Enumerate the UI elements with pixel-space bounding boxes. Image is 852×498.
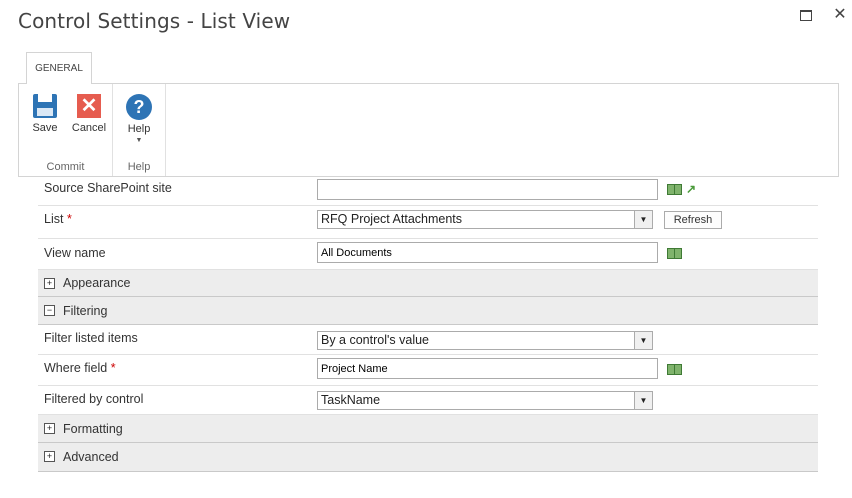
group-label-commit: Commit: [46, 161, 85, 173]
row-list: List * RFQ Project Attachments ▼ Refresh: [38, 206, 818, 239]
close-button[interactable]: ✕: [831, 6, 849, 24]
save-label: Save: [32, 122, 58, 134]
row-filter-listed-items: Filter listed items By a control's value…: [38, 325, 818, 355]
ribbon: Save ✕ Cancel Commit ? Help ▼ Help: [18, 83, 839, 177]
view-name-input[interactable]: [317, 242, 658, 263]
list-label: List *: [44, 212, 72, 226]
cancel-icon: ✕: [77, 94, 101, 118]
tab-general[interactable]: GENERAL: [26, 52, 92, 84]
section-filtering-label: Filtering: [63, 304, 108, 318]
section-formatting[interactable]: + Formatting: [38, 415, 818, 443]
row-source-site: Source SharePoint site ↗: [38, 174, 818, 206]
cancel-label: Cancel: [71, 122, 107, 134]
lookup-icon[interactable]: [667, 247, 682, 259]
chevron-down-icon: ▼: [634, 211, 652, 228]
list-select-value: RFQ Project Attachments: [321, 212, 463, 226]
close-icon: ✕: [833, 6, 847, 23]
expand-icon: +: [44, 451, 55, 462]
section-advanced[interactable]: + Advanced: [38, 443, 818, 472]
view-name-label: View name: [44, 246, 106, 260]
row-where-field: Where field *: [38, 355, 818, 386]
section-formatting-label: Formatting: [63, 422, 123, 436]
save-button[interactable]: Save: [25, 94, 65, 134]
filter-listed-items-label: Filter listed items: [44, 331, 138, 345]
filtered-by-control-select[interactable]: TaskName ▼: [317, 391, 653, 410]
group-label-help: Help: [127, 161, 151, 173]
section-appearance-label: Appearance: [63, 276, 131, 290]
where-field-label: Where field *: [44, 361, 116, 375]
help-button[interactable]: ? Help ▼: [119, 94, 159, 145]
row-view-name: View name: [38, 239, 818, 270]
help-icon: ?: [126, 94, 152, 120]
ribbon-group-commit: Save ✕ Cancel Commit: [19, 84, 113, 176]
section-filtering[interactable]: − Filtering: [38, 297, 818, 325]
lookup-icon[interactable]: [667, 183, 682, 195]
list-select[interactable]: RFQ Project Attachments ▼: [317, 210, 653, 229]
help-label: Help: [127, 123, 151, 135]
expand-icon: +: [44, 423, 55, 434]
save-icon: [33, 94, 57, 118]
lookup-icon[interactable]: [667, 363, 682, 375]
dialog-title: Control Settings - List View: [18, 9, 291, 33]
expand-icon: +: [44, 278, 55, 289]
section-appearance[interactable]: + Appearance: [38, 270, 818, 297]
filtered-by-control-value: TaskName: [321, 393, 381, 407]
chevron-down-icon: ▼: [135, 137, 143, 144]
filter-listed-items-select[interactable]: By a control's value ▼: [317, 331, 653, 350]
required-marker: *: [66, 212, 72, 226]
where-field-input[interactable]: [317, 358, 658, 379]
ribbon-group-help: ? Help ▼ Help: [113, 84, 166, 176]
refresh-button[interactable]: Refresh: [664, 211, 722, 229]
settings-form: Source SharePoint site ↗ List * RFQ Proj…: [38, 174, 818, 472]
cancel-button[interactable]: ✕ Cancel: [69, 94, 109, 134]
row-filtered-by-control: Filtered by control TaskName ▼: [38, 386, 818, 415]
maximize-icon: [800, 10, 812, 21]
section-advanced-label: Advanced: [63, 450, 119, 464]
required-marker: *: [110, 361, 116, 375]
filter-listed-items-value: By a control's value: [321, 333, 429, 347]
link-arrow-icon[interactable]: ↗: [686, 183, 698, 195]
chevron-down-icon: ▼: [634, 392, 652, 409]
maximize-button[interactable]: [798, 6, 816, 24]
source-site-input[interactable]: [317, 179, 658, 200]
collapse-icon: −: [44, 305, 55, 316]
chevron-down-icon: ▼: [634, 332, 652, 349]
filtered-by-control-label: Filtered by control: [44, 392, 144, 406]
source-site-label: Source SharePoint site: [44, 181, 172, 195]
